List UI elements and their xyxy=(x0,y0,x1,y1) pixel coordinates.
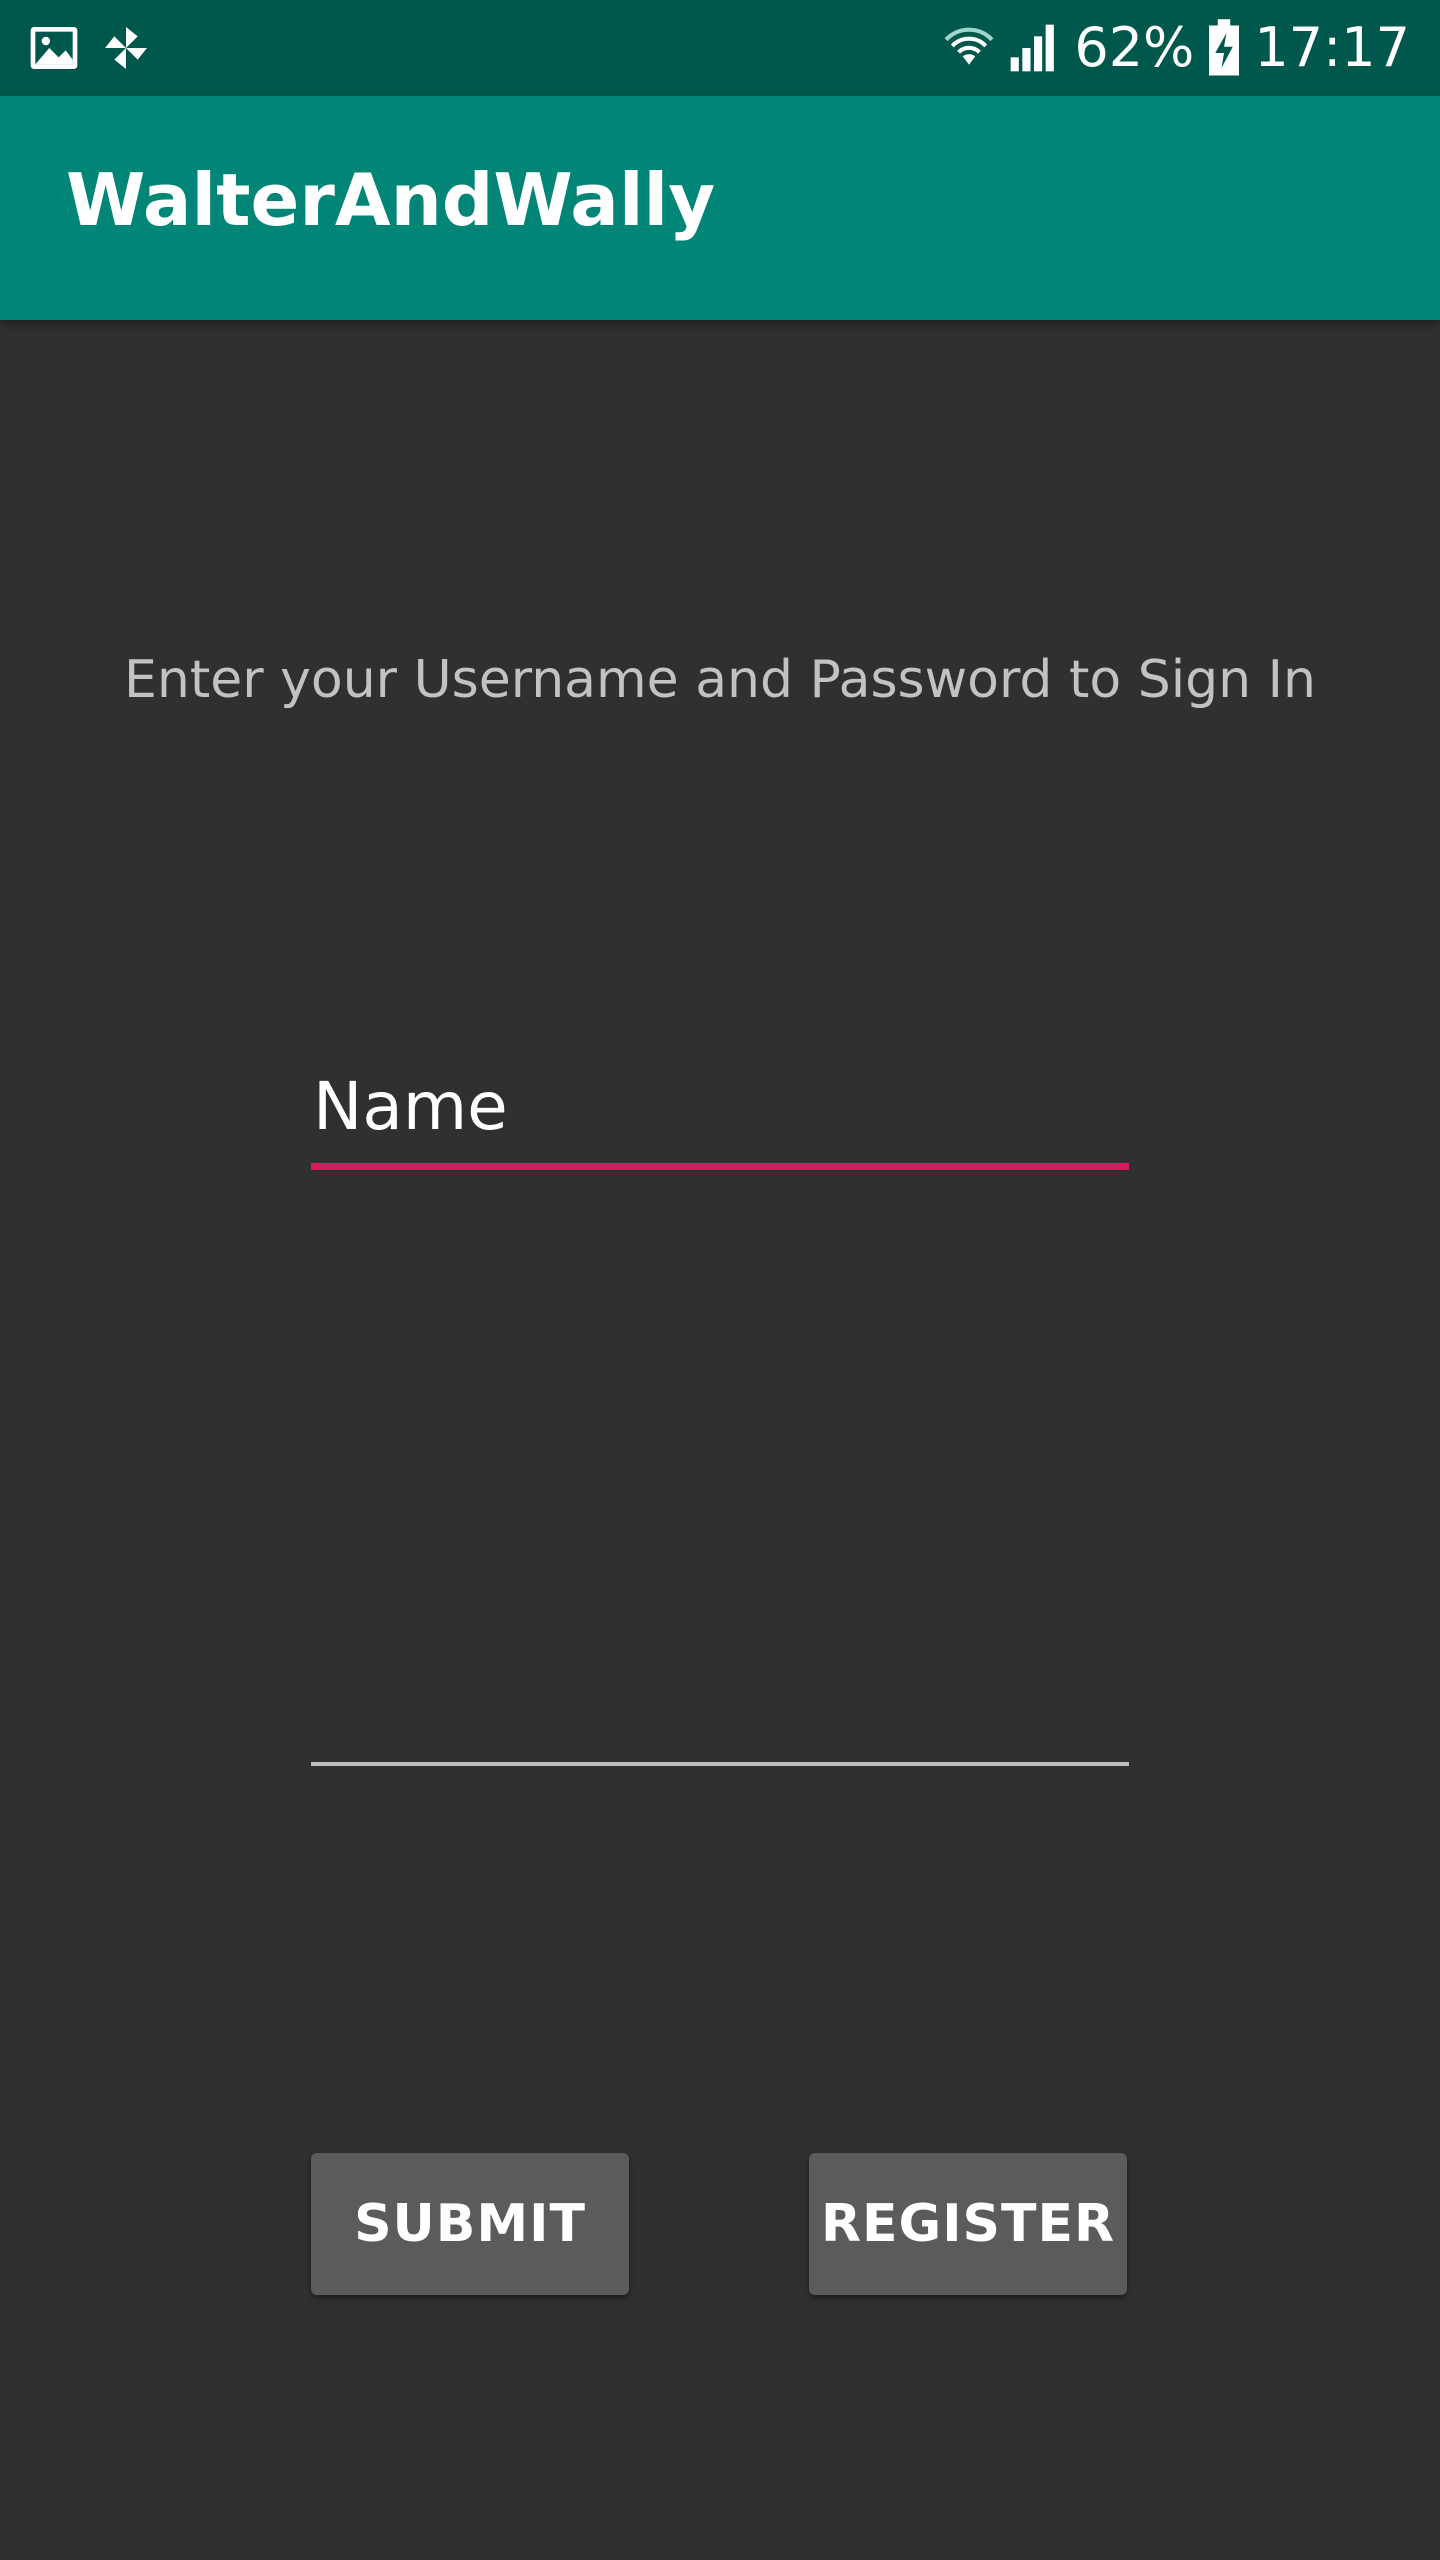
name-field-text[interactable]: Name xyxy=(313,1068,508,1145)
password-field-underline xyxy=(311,1762,1129,1766)
wifi-icon xyxy=(944,27,994,65)
battery-percentage: 62% xyxy=(1074,16,1195,79)
app-title: WalterAndWally xyxy=(66,158,716,242)
clock: 17:17 xyxy=(1254,16,1410,79)
status-bar-right: 62% 17:17 xyxy=(944,0,1410,96)
submit-button[interactable]: SUBMIT xyxy=(311,2153,629,2295)
app-bar: WalterAndWally xyxy=(0,96,1440,320)
name-field-underline xyxy=(311,1163,1129,1170)
register-button[interactable]: REGISTER xyxy=(809,2153,1127,2295)
sign-in-instruction: Enter your Username and Password to Sign… xyxy=(124,650,1316,710)
signal-icon xyxy=(1011,24,1055,72)
pinwheel-icon xyxy=(105,27,147,69)
image-icon xyxy=(30,27,78,69)
name-field[interactable]: Name xyxy=(311,1060,1129,1170)
battery-charging-icon xyxy=(1209,19,1240,76)
status-bar: 62% 17:17 xyxy=(0,0,1440,96)
password-field[interactable] xyxy=(311,1640,1129,1766)
